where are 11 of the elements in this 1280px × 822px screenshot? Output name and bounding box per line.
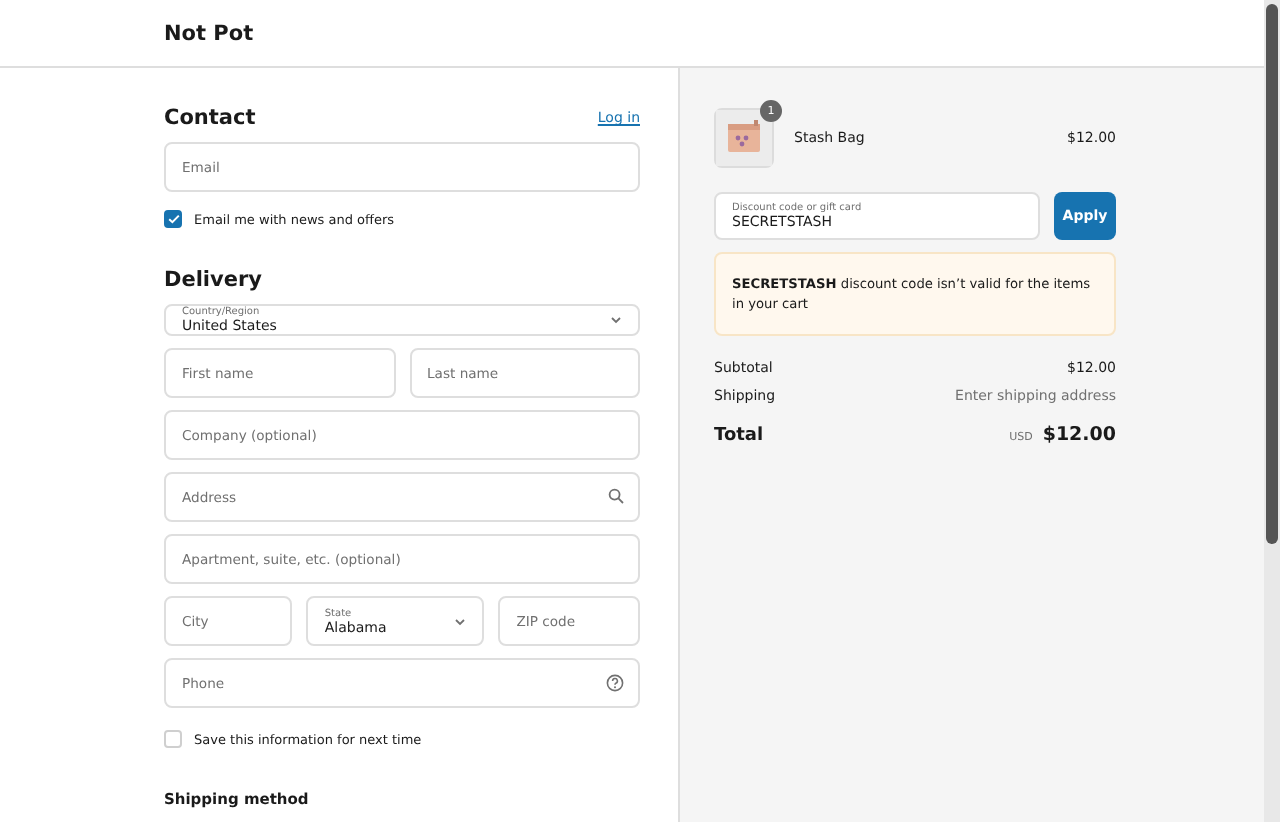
chevron-down-icon xyxy=(454,617,467,625)
section-heading: Delivery xyxy=(164,268,263,292)
scrollbar[interactable] xyxy=(1264,0,1280,822)
chevron-down-icon xyxy=(610,316,622,324)
section-heading: Contact xyxy=(164,106,256,130)
total-label: Total xyxy=(714,425,764,446)
total-value: $12.00 xyxy=(1042,424,1116,447)
search-icon xyxy=(608,488,624,504)
help-icon[interactable] xyxy=(606,674,624,692)
store-name: Not Pot xyxy=(164,21,254,45)
checkbox[interactable] xyxy=(164,210,182,228)
